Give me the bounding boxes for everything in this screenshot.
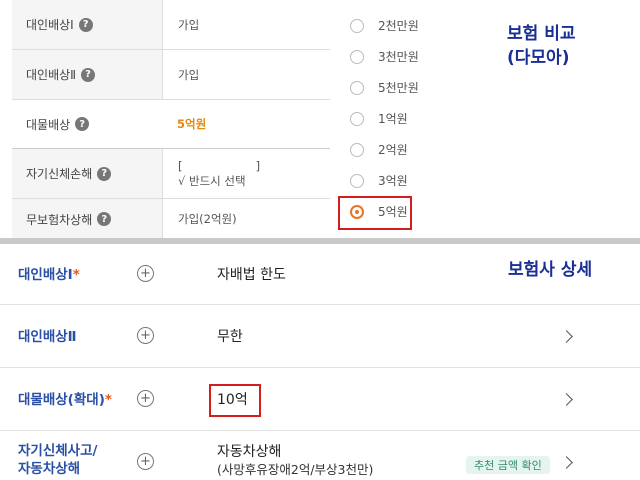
help-icon[interactable]: ? (97, 166, 112, 181)
help-icon[interactable]: ? (81, 67, 96, 82)
radio-icon[interactable] (350, 18, 364, 33)
row-label-text: 대인배상Ⅰ (18, 267, 73, 283)
plus-circle-icon[interactable]: + (137, 390, 154, 407)
highlight-box (338, 196, 412, 230)
row-label: 대물배상 ? (12, 100, 162, 148)
row-label-text: 자기신체손해 (26, 167, 93, 181)
recommended-amount-button[interactable]: 추천 금액 확인 (466, 456, 550, 474)
row-value: 자배법 한도 (217, 267, 286, 283)
help-icon[interactable]: ? (75, 117, 90, 131)
chevron-right-icon[interactable] (560, 456, 573, 469)
row-label: 대인배상Ⅱ ? (12, 50, 162, 99)
row-label: 자기신체사고/ 자동차상해 (18, 442, 97, 478)
plus-circle-icon[interactable]: + (137, 327, 154, 344)
row-value: [ ] √ 반드시 선택 (162, 149, 330, 198)
empty-select[interactable]: [ ] (178, 159, 330, 173)
row-label-text: 대물배상 (26, 117, 71, 132)
option-label: 2억원 (378, 143, 408, 157)
row-label-line: 자기신체사고/ (18, 443, 98, 459)
coverage-table: 대인배상Ⅰ ? 가입 대인배상Ⅱ ? 가입 대물배상 ? 5억원 자기신체손해 (12, 0, 330, 239)
insurer-detail-panel: 보험사 상세 대인배상Ⅰ* + 자배법 한도 대인배상Ⅱ + 무한 대물배상(확… (0, 244, 640, 480)
table-row: 대인배상Ⅱ ? 가입 (12, 50, 330, 100)
row-label-text: 대물배상(확대) (18, 392, 105, 408)
table-row: 무보험차상해 ? 가입(2억원) (12, 199, 330, 239)
option-label: 1억원 (378, 112, 408, 126)
selected-amount: 5억원 (177, 117, 207, 131)
option-label: 3천만원 (378, 50, 419, 64)
row-value: 가입 (162, 0, 330, 49)
row-label: 대인배상Ⅱ (18, 329, 77, 345)
option-2000man[interactable]: 2천만원 (345, 10, 475, 41)
radio-icon[interactable] (350, 173, 364, 188)
row-value: 5억원 (162, 100, 330, 148)
table-row: 대인배상Ⅰ ? 가입 (12, 0, 330, 50)
radio-icon[interactable] (350, 49, 364, 64)
help-icon[interactable]: ? (78, 17, 93, 32)
option-label: 5천만원 (378, 81, 419, 95)
amount-options: 2천만원 3천만원 5천만원 1억원 2억원 3억원 5억원 (345, 10, 475, 227)
required-note: √ 반드시 선택 (178, 173, 246, 188)
radio-icon[interactable] (350, 142, 364, 157)
row-value: 무한 (217, 329, 243, 345)
option-5000man[interactable]: 5천만원 (345, 72, 475, 103)
row-label-text: 대인배상Ⅱ (26, 68, 77, 82)
option-2eok[interactable]: 2억원 (345, 134, 475, 165)
highlight-box (209, 384, 261, 417)
table-row: 대물배상 ? 5억원 (12, 100, 330, 149)
option-3eok[interactable]: 3억원 (345, 165, 475, 196)
row-value: 자동차상해 (사망후유장애2억/부상3천만) (217, 443, 373, 479)
row-label-line: 자동차상해 (18, 461, 81, 477)
required-mark: * (72, 267, 80, 283)
annotation-label: 보험 비교 (다모아) (507, 22, 575, 70)
option-1eok[interactable]: 1억원 (345, 103, 475, 134)
row-label: 대인배상Ⅰ* (18, 266, 80, 284)
chevron-right-icon[interactable] (560, 330, 573, 343)
comparison-panel: 대인배상Ⅰ ? 가입 대인배상Ⅱ ? 가입 대물배상 ? 5억원 자기신체손해 (0, 0, 640, 239)
help-icon[interactable]: ? (97, 212, 112, 226)
option-label: 3억원 (378, 174, 408, 188)
row-value-main: 자동차상해 (217, 444, 282, 460)
row-value-sub: (사망후유장애2억/부상3천만) (217, 462, 374, 477)
detail-row[interactable]: 대인배상Ⅰ* + 자배법 한도 (0, 244, 640, 305)
detail-row[interactable]: 대인배상Ⅱ + 무한 (0, 305, 640, 368)
row-label: 무보험차상해 ? (12, 199, 162, 239)
plus-circle-icon[interactable]: + (137, 453, 154, 470)
row-value: 가입 (162, 50, 330, 99)
annotation-line: 보험 비교 (507, 24, 576, 44)
row-label: 대인배상Ⅰ ? (12, 0, 162, 49)
annotation-line: (다모아) (507, 48, 570, 68)
row-label-text: 대인배상Ⅰ (26, 18, 74, 32)
chevron-right-icon[interactable] (560, 393, 573, 406)
detail-row[interactable]: 대물배상(확대)* + 10억 (0, 368, 640, 431)
option-3000man[interactable]: 3천만원 (345, 41, 475, 72)
table-row: 자기신체손해 ? [ ] √ 반드시 선택 (12, 149, 330, 199)
required-mark: * (104, 392, 112, 408)
row-label: 자기신체손해 ? (12, 149, 162, 198)
plus-circle-icon[interactable]: + (137, 265, 154, 282)
row-value: 가입(2억원) (162, 199, 330, 239)
radio-icon[interactable] (350, 111, 364, 126)
radio-icon[interactable] (350, 80, 364, 95)
option-label: 2천만원 (378, 19, 419, 33)
row-label-text: 무보험차상해 (26, 212, 93, 227)
row-label: 대물배상(확대)* (18, 391, 112, 409)
